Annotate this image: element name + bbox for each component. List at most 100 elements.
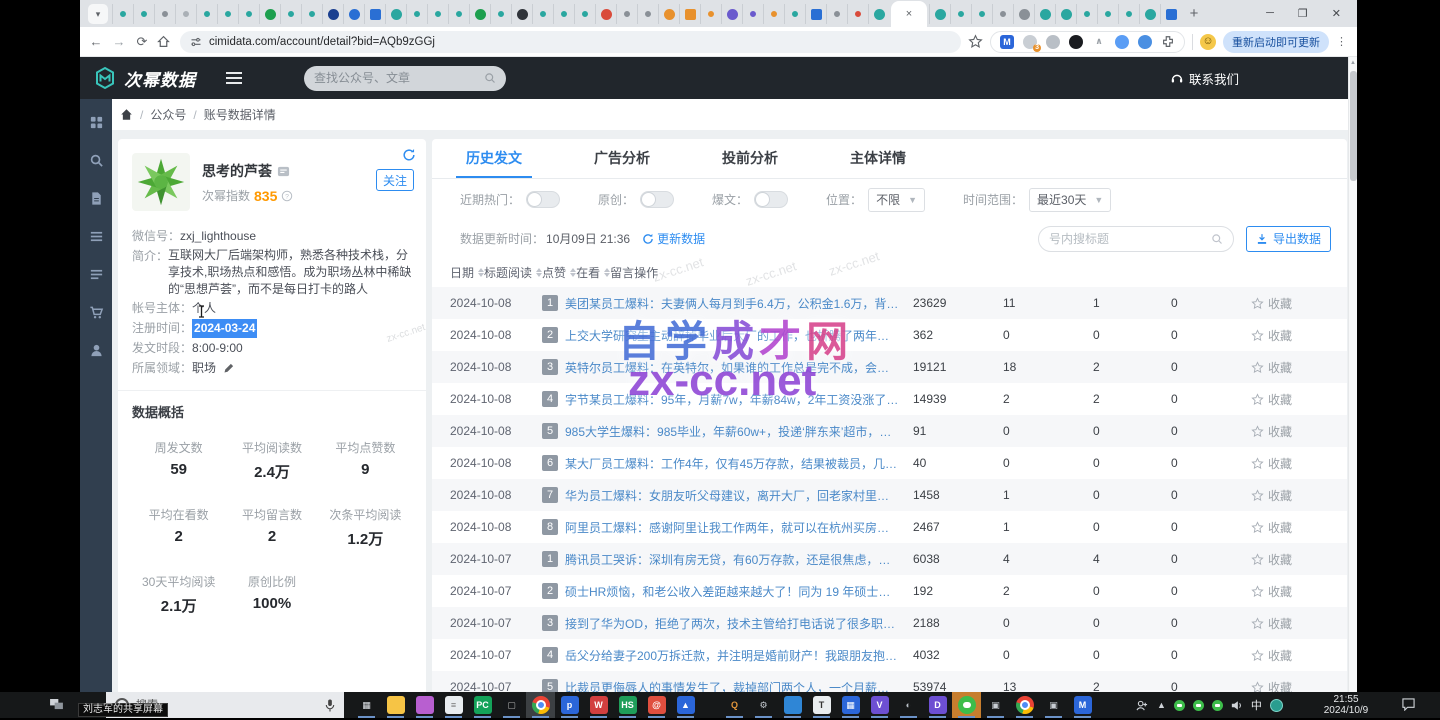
home-icon[interactable] [157, 35, 173, 48]
browser-tab[interactable] [574, 4, 595, 24]
taskbar-app-icon[interactable] [526, 692, 555, 718]
taskbar-app-icon[interactable]: ◐ [894, 692, 923, 718]
chrome-update-button[interactable]: 重新启动即可更新 [1223, 31, 1329, 53]
toggle-switch[interactable] [640, 191, 674, 208]
browser-tab[interactable] [427, 4, 448, 24]
taskbar-app-icon[interactable]: ▦ [836, 692, 865, 718]
wechat-tray-icon[interactable] [1193, 700, 1204, 711]
table-header-cell[interactable]: 点赞 [542, 264, 576, 281]
close-tab-icon[interactable]: × [906, 8, 912, 20]
browser-tab[interactable] [1055, 4, 1076, 24]
extension-icon[interactable] [1138, 35, 1152, 49]
browser-tab[interactable] [847, 4, 868, 24]
browser-tab[interactable] [448, 4, 469, 24]
article-title-link[interactable]: 英特尔员工爆料：在英特尔，如果谁的工作总是完不成，会评估是你工作量太... [565, 359, 899, 376]
microphone-icon[interactable] [325, 699, 335, 712]
sidebar-monitor-list-icon[interactable] [89, 267, 104, 282]
browser-tab[interactable] [175, 4, 196, 24]
extension-icon[interactable]: M [1000, 35, 1014, 49]
taskbar-app-icon[interactable]: HS [613, 692, 642, 718]
extension-icon[interactable]: ∧ [1092, 35, 1106, 49]
title-search[interactable] [1038, 226, 1234, 252]
browser-tab[interactable] [406, 4, 427, 24]
taskbar-app-icon[interactable]: ▣ [981, 692, 1010, 718]
wechat-tray-icon[interactable] [1174, 700, 1185, 711]
network-globe-icon[interactable] [1270, 699, 1283, 712]
browser-tab[interactable] [658, 4, 679, 24]
browser-tab[interactable] [1139, 4, 1160, 24]
browser-tab[interactable] [301, 4, 322, 24]
info-icon[interactable]: ? [281, 190, 293, 202]
taskbar-app-icon[interactable] [1010, 692, 1039, 718]
browser-tab[interactable] [511, 4, 532, 24]
extension-icon[interactable]: 3 [1023, 35, 1037, 49]
volume-icon[interactable] [1231, 700, 1243, 711]
scrollbar-thumb[interactable] [1350, 71, 1357, 181]
taskbar-app-icon[interactable]: @ [642, 692, 671, 718]
taskbar-app-icon[interactable]: T [807, 692, 836, 718]
action-center-icon[interactable] [1402, 698, 1415, 711]
favorite-button[interactable]: 收藏 [1251, 519, 1347, 536]
tab-item[interactable]: 主体详情 [850, 139, 906, 178]
article-title-link[interactable]: 阿里员工爆料：感谢阿里让我工作两年，就可以在杭州买房！不然的话，靠家... [565, 519, 899, 536]
browser-tab[interactable] [784, 4, 805, 24]
browser-tab[interactable] [364, 4, 385, 24]
browser-tab[interactable] [826, 4, 847, 24]
table-header-cell[interactable]: 阅读 [508, 264, 542, 281]
article-title-link[interactable]: 美团某员工爆料：夫妻俩人每月到手6.4万，公积金1.6万，背着房贷，工作累... [565, 295, 899, 312]
article-title-link[interactable]: 比裁员更侮辱人的事情发生了，裁掉部门两个人，一个月薪两万，一个月薪三... [565, 679, 899, 693]
favorite-button[interactable]: 收藏 [1251, 551, 1347, 568]
browser-tab[interactable] [238, 4, 259, 24]
browser-tab[interactable] [259, 4, 280, 24]
taskbar-app-icon[interactable]: ▣ [1039, 692, 1068, 718]
article-title-link[interactable]: 字节某员工爆料：95年，月薪7w，年薪84w，2年工资没涨了，每天都感觉好... [565, 391, 899, 408]
browser-tab[interactable] [637, 4, 658, 24]
browser-menu-icon[interactable]: ⋮ [1336, 35, 1347, 48]
header-search-input[interactable] [314, 71, 478, 85]
browser-tab[interactable] [343, 4, 364, 24]
taskbar-app-icon[interactable]: V [865, 692, 894, 718]
url-text[interactable]: cimidata.com/account/detail?bid=AQb9zGGj [209, 36, 435, 48]
title-search-input[interactable] [1049, 232, 1205, 246]
close-window-icon[interactable]: ✕ [1332, 7, 1341, 20]
browser-tab[interactable] [805, 4, 826, 24]
tab-item[interactable]: 广告分析 [594, 139, 650, 178]
browser-tab[interactable] [196, 4, 217, 24]
extensions-puzzle-icon[interactable] [1161, 35, 1175, 49]
taskbar-app-icon[interactable] [410, 692, 439, 718]
bookmark-star-icon[interactable] [968, 34, 983, 49]
screen-share-window-icon[interactable] [50, 699, 63, 710]
browser-tab[interactable] [971, 4, 992, 24]
favorite-button[interactable]: 收藏 [1251, 423, 1347, 440]
table-header-cell[interactable]: 留言 [610, 264, 634, 281]
favorite-button[interactable]: 收藏 [1251, 615, 1347, 632]
reload-icon[interactable]: ⟳ [134, 34, 150, 50]
taskbar-app-icon[interactable]: W [584, 692, 613, 718]
profile-avatar[interactable]: ☺ [1200, 34, 1216, 50]
browser-tab[interactable] [532, 4, 553, 24]
browser-tab[interactable] [1013, 4, 1034, 24]
browser-tab[interactable] [133, 4, 154, 24]
edit-pencil-icon[interactable] [223, 362, 235, 374]
favorite-button[interactable]: 收藏 [1251, 359, 1347, 376]
browser-tab[interactable] [992, 4, 1013, 24]
article-title-link[interactable]: 岳父分给妻子200万拆迁款，并注明是婚前财产！我跟朋友抱怨了几句，结果... [565, 647, 899, 664]
header-search[interactable] [304, 66, 506, 91]
extension-icon[interactable] [1069, 35, 1083, 49]
taskbar-app-icon[interactable] [778, 692, 807, 718]
forward-icon[interactable]: → [111, 34, 127, 49]
browser-tab[interactable] [112, 4, 133, 24]
scroll-up-icon[interactable]: ▲ [1349, 57, 1357, 69]
browser-tab[interactable] [1034, 4, 1055, 24]
article-title-link[interactable]: 某大厂员工爆料：工作4年，仅有45万存款，结果被裁员，几个月都找不到工... [565, 455, 899, 472]
sidebar-cart-icon[interactable] [89, 305, 104, 320]
browser-tab[interactable] [490, 4, 511, 24]
app-logo[interactable]: 次幂数据 [93, 66, 196, 91]
toggle-switch[interactable] [754, 191, 788, 208]
browser-tab[interactable] [742, 4, 763, 24]
toggle-switch[interactable] [526, 191, 560, 208]
site-info-icon[interactable] [190, 36, 202, 48]
sidebar-search-icon[interactable] [89, 153, 104, 168]
table-header-cell[interactable]: 操作 [634, 264, 658, 281]
browser-tab[interactable] [553, 4, 574, 24]
